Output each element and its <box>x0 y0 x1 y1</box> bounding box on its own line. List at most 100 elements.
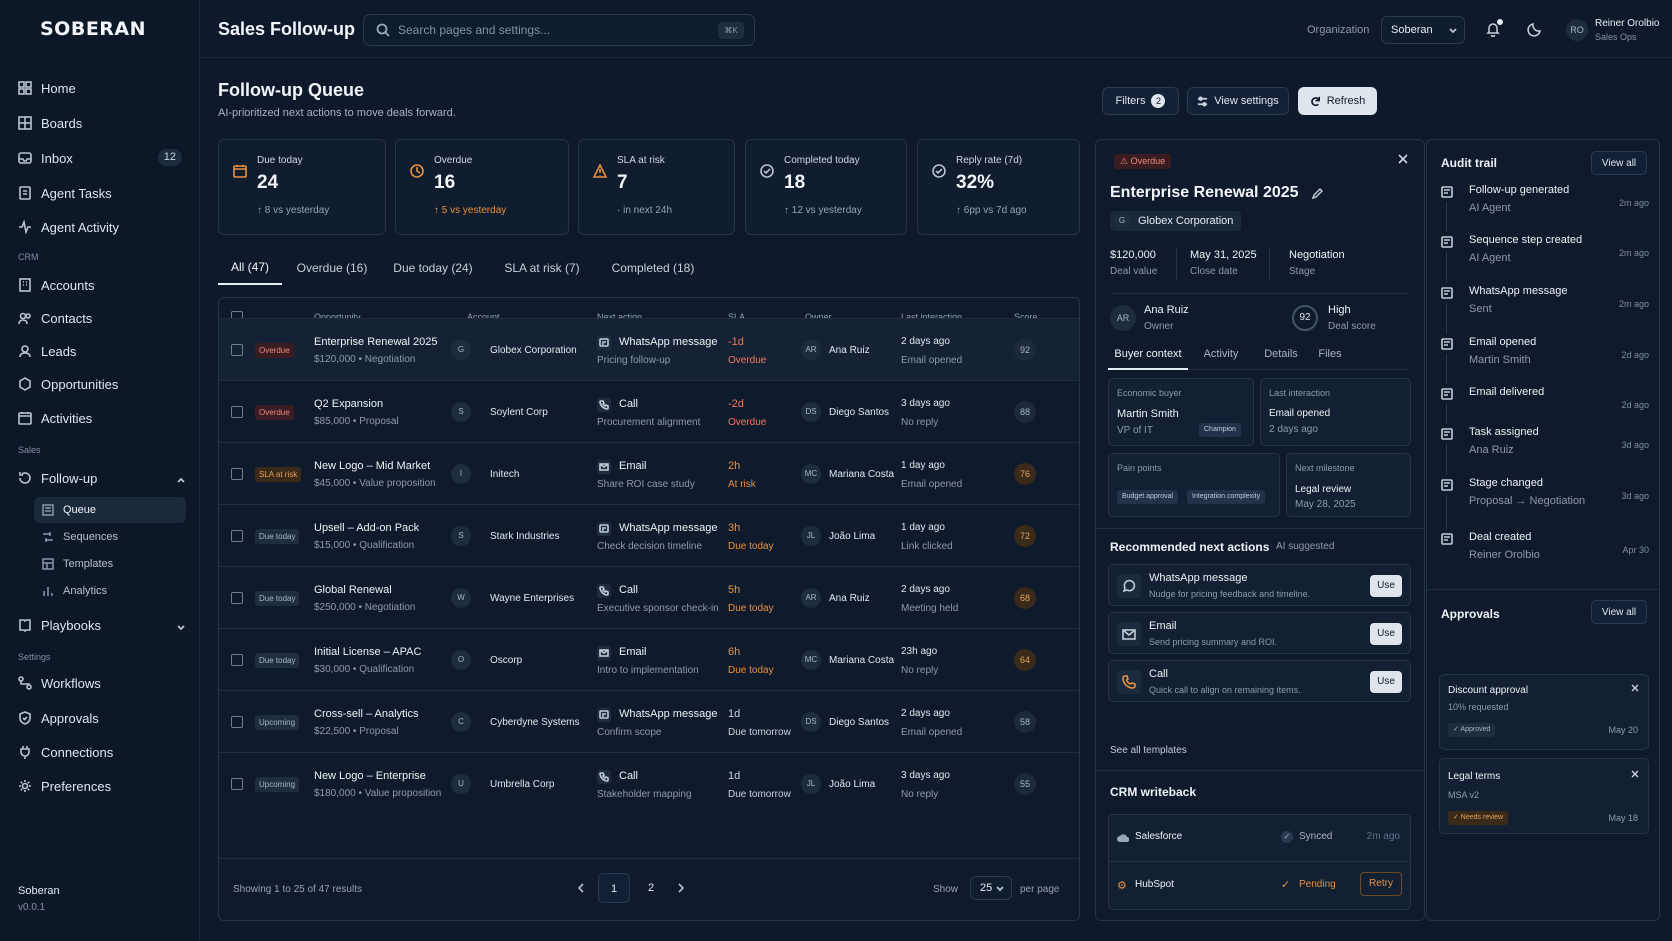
table-row[interactable]: Due today Global Renewal $250,000 • Negoti… <box>219 566 1079 628</box>
row-checkbox[interactable] <box>231 592 243 604</box>
page-1-button[interactable]: 1 <box>598 873 630 903</box>
approvals-view-all-button[interactable]: View all <box>1591 600 1647 624</box>
tab-files[interactable]: Files <box>1310 342 1350 370</box>
table-row[interactable]: Upcoming New Logo – Enterprise $180,000 • … <box>219 752 1079 814</box>
row-checkbox[interactable] <box>231 406 243 418</box>
sidebar-item-home[interactable]: Home <box>18 76 186 100</box>
account-name[interactable]: Cyberdyne Systems <box>490 717 579 728</box>
search-input[interactable] <box>398 23 718 37</box>
stat-card-overdue: Overdue 16 ↑ 5 vs yesterday <box>395 139 569 235</box>
sidebar-item-follow-up[interactable]: Follow-up <box>18 466 186 490</box>
sidebar-sub-templates[interactable]: Templates <box>34 551 186 577</box>
sidebar-item-preferences[interactable]: Preferences <box>18 774 186 798</box>
row-checkbox[interactable] <box>231 654 243 666</box>
refresh-button[interactable]: Refresh <box>1298 87 1377 115</box>
account-name[interactable]: Globex Corporation <box>490 345 577 356</box>
approval-card[interactable]: Legal terms MSA v2 ✓ Needs review May 18 <box>1439 758 1649 834</box>
opportunity-name[interactable]: New Logo – Enterprise <box>314 770 426 782</box>
sidebar-sub-analytics[interactable]: Analytics <box>34 578 186 604</box>
account-name[interactable]: Soylent Corp <box>490 407 548 418</box>
audit-view-all-button[interactable]: View all <box>1591 151 1647 175</box>
sidebar-item-agent-tasks[interactable]: Agent Tasks <box>18 181 186 205</box>
tab-sla-at-risk[interactable]: SLA at risk (7) <box>496 251 588 285</box>
sidebar-item-inbox[interactable]: Inbox 12 <box>18 146 186 170</box>
tab-buyer-context[interactable]: Buyer context <box>1108 342 1188 370</box>
table-row[interactable]: Due today Initial License – APAC $30,000 •… <box>219 628 1079 690</box>
sidebar-item-accounts[interactable]: Accounts <box>18 273 186 297</box>
use-button[interactable]: Use <box>1370 671 1402 693</box>
salesforce-name: Salesforce <box>1135 831 1183 842</box>
table-row[interactable]: Upcoming Cross-sell – Analytics $22,500 • … <box>219 690 1079 752</box>
approval-card[interactable]: Discount approval 10% requested ✓ Approv… <box>1439 674 1649 750</box>
sidebar-item-approvals[interactable]: Approvals <box>18 706 186 730</box>
opportunity-name[interactable]: New Logo – Mid Market <box>314 460 430 472</box>
tab-all[interactable]: All (47) <box>218 251 282 285</box>
rec-action-whatsapp[interactable]: WhatsApp message Nudge for pricing feedb… <box>1108 564 1411 606</box>
sidebar-item-boards[interactable]: Boards <box>18 111 186 135</box>
status-badge: Due today <box>255 591 300 606</box>
per-page-select[interactable]: 25 <box>970 876 1012 900</box>
sidebar-item-connections[interactable]: Connections <box>18 740 186 764</box>
sla-value: -1d <box>728 336 744 348</box>
account-name[interactable]: Wayne Enterprises <box>490 593 574 604</box>
user-avatar[interactable]: RO <box>1566 19 1588 41</box>
close-icon[interactable] <box>1630 682 1640 692</box>
analytics-icon <box>42 585 54 597</box>
see-all-templates-link[interactable]: See all templates <box>1110 745 1187 756</box>
retry-button[interactable]: Retry <box>1360 872 1402 896</box>
tab-completed[interactable]: Completed (18) <box>606 251 700 285</box>
account-name[interactable]: Stark Industries <box>490 531 559 542</box>
opportunity-name[interactable]: Initial License – APAC <box>314 646 421 658</box>
use-button[interactable]: Use <box>1370 575 1402 597</box>
sidebar-sub-sequences[interactable]: Sequences <box>34 524 186 550</box>
bell-icon[interactable] <box>1485 19 1503 38</box>
table-row[interactable]: SLA at risk New Logo – Mid Market $45,000 … <box>219 442 1079 504</box>
row-checkbox[interactable] <box>231 716 243 728</box>
page-2-button[interactable]: 2 <box>635 873 667 903</box>
tab-overdue[interactable]: Overdue (16) <box>292 251 372 285</box>
close-icon[interactable] <box>1630 768 1640 778</box>
table-row[interactable]: Overdue Q2 Expansion $85,000 • Proposal S So… <box>219 380 1079 442</box>
account-name[interactable]: Umbrella Corp <box>490 779 554 790</box>
sidebar-item-activities[interactable]: Activities <box>18 406 186 430</box>
account-name[interactable]: Initech <box>490 469 519 480</box>
sidebar-sub-queue[interactable]: Queue <box>34 497 186 523</box>
book-icon <box>18 618 32 632</box>
rec-action-email[interactable]: Email Send pricing summary and ROI. Use <box>1108 612 1411 654</box>
sidebar-item-contacts[interactable]: Contacts <box>18 306 186 330</box>
chevron-left-icon[interactable] <box>573 880 589 896</box>
search-bar[interactable]: ⌘K <box>363 14 755 46</box>
tab-due-today[interactable]: Due today (24) <box>388 251 478 285</box>
row-checkbox[interactable] <box>231 344 243 356</box>
filters-button[interactable]: Filters 2 <box>1102 87 1179 115</box>
opportunity-name[interactable]: Upsell – Add-on Pack <box>314 522 419 534</box>
sidebar-item-playbooks[interactable]: Playbooks <box>18 613 186 637</box>
sidebar-item-agent-activity[interactable]: Agent Activity <box>18 215 186 239</box>
opportunity-name[interactable]: Cross-sell – Analytics <box>314 708 419 720</box>
use-button[interactable]: Use <box>1370 623 1402 645</box>
opportunity-name[interactable]: Enterprise Renewal 2025 <box>314 336 438 348</box>
tab-details[interactable]: Details <box>1256 342 1306 370</box>
search-shortcut: ⌘K <box>718 22 744 39</box>
org-select[interactable]: Soberan <box>1381 16 1465 44</box>
row-checkbox[interactable] <box>231 778 243 790</box>
sidebar-item-opportunities[interactable]: Opportunities <box>18 372 186 396</box>
view-settings-button[interactable]: View settings <box>1187 87 1289 115</box>
sidebar-item-leads[interactable]: Leads <box>18 339 186 363</box>
chevron-right-icon[interactable] <box>673 880 689 896</box>
rec-action-call[interactable]: Call Quick call to align on remaining it… <box>1108 660 1411 702</box>
sidebar-item-workflows[interactable]: Workflows <box>18 671 186 695</box>
moon-icon[interactable] <box>1527 21 1543 37</box>
edit-icon[interactable] <box>1311 188 1323 200</box>
tab-activity[interactable]: Activity <box>1196 342 1246 370</box>
event-title: WhatsApp message <box>1469 285 1568 297</box>
close-icon[interactable] <box>1396 152 1410 166</box>
opportunity-name[interactable]: Global Renewal <box>314 584 392 596</box>
table-row[interactable]: Due today Upsell – Add-on Pack $15,000 • Q… <box>219 504 1079 566</box>
table-row[interactable]: Overdue Enterprise Renewal 2025 $120,000 •… <box>219 318 1079 380</box>
account-name[interactable]: Oscorp <box>490 655 522 666</box>
row-checkbox[interactable] <box>231 468 243 480</box>
opportunity-name[interactable]: Q2 Expansion <box>314 398 383 410</box>
deal-account-chip[interactable]: G Globex Corporation <box>1110 211 1242 231</box>
row-checkbox[interactable] <box>231 530 243 542</box>
